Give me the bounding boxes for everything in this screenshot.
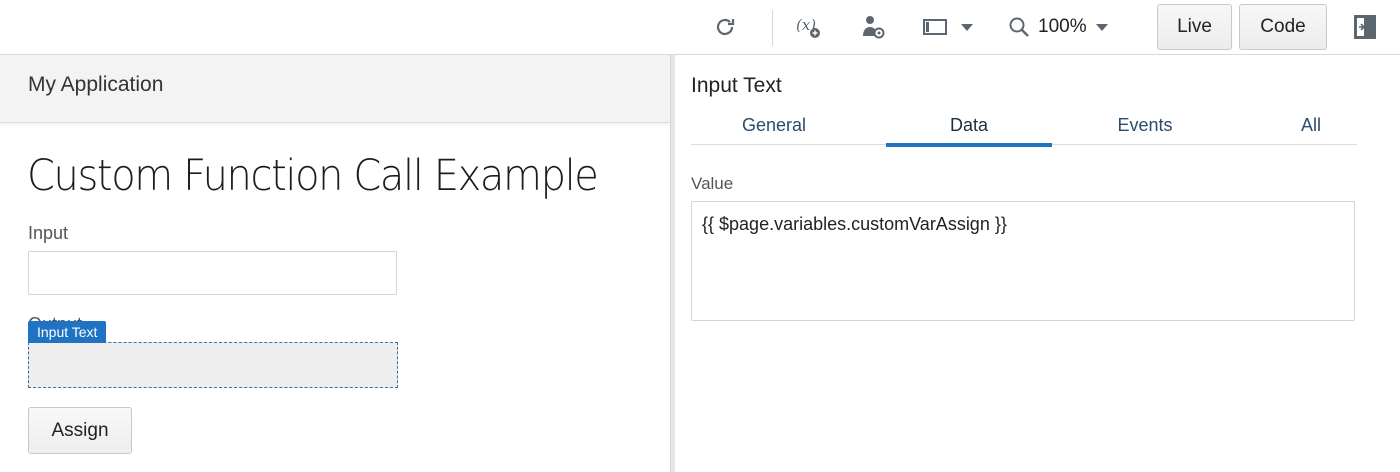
property-panel: Input Text General Data Events All Value… (675, 55, 1400, 472)
chevron-down-icon (1095, 24, 1108, 31)
panel-title: Input Text (691, 74, 782, 97)
input-label: Input (28, 223, 69, 243)
live-button[interactable]: Live (1157, 4, 1232, 50)
tab-all[interactable]: All (1228, 112, 1394, 145)
variable-icon[interactable]: (x) (790, 10, 826, 44)
property-tabs: General Data Events All (691, 112, 1357, 147)
top-toolbar: (x) 100% Live Code (0, 0, 1400, 55)
chevron-down-icon (961, 24, 973, 31)
zoom-level: 100% (1038, 16, 1087, 37)
zoom-icon (1009, 17, 1029, 37)
input-field[interactable] (28, 251, 397, 295)
app-header: My Application (0, 55, 670, 123)
app-title: My Application (28, 73, 164, 96)
device-frame-icon[interactable] (922, 10, 982, 44)
toolbar-separator (772, 10, 773, 46)
design-canvas: My Application Custom Function Call Exam… (0, 55, 670, 472)
user-settings-icon[interactable] (856, 10, 890, 44)
assign-button[interactable]: Assign (28, 407, 132, 454)
value-label: Value (691, 174, 734, 193)
value-textarea[interactable]: {{ $page.variables.customVarAssign }} (691, 201, 1355, 321)
page-heading: Custom Function Call Example (27, 151, 599, 201)
zoom-control[interactable]: 100% (1008, 10, 1109, 44)
output-field-selected[interactable] (28, 342, 398, 388)
selection-tag: Input Text (28, 321, 107, 343)
refresh-icon[interactable] (707, 10, 743, 44)
panel-toggle-icon[interactable] (1350, 10, 1380, 44)
tab-events[interactable]: Events (1062, 112, 1228, 145)
code-button[interactable]: Code (1239, 4, 1327, 50)
tab-data[interactable]: Data (886, 112, 1052, 147)
tab-general[interactable]: General (691, 112, 857, 145)
